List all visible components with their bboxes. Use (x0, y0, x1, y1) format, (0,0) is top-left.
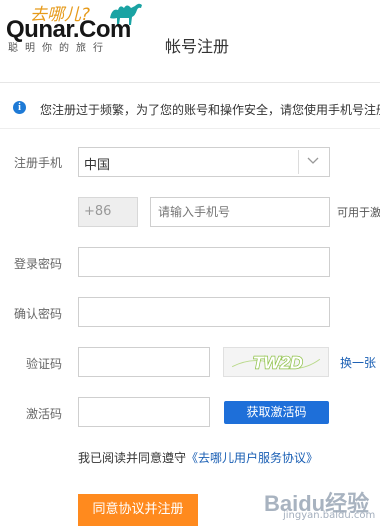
country-select[interactable] (78, 147, 330, 177)
captcha-label: 验证码 (25, 357, 62, 371)
info-icon: i (13, 101, 26, 114)
notice-divider (0, 128, 380, 129)
captcha-text: TW2D (253, 353, 303, 373)
baidu-watermark-url: jingyan.baidu.com (283, 510, 376, 521)
country-code: +86 (84, 204, 112, 219)
notice-text: 您注册过于频繁，为了您的账号和操作安全，请您使用手机号注册 (40, 103, 380, 117)
captcha-input[interactable] (78, 347, 210, 377)
header-divider (0, 82, 380, 83)
password-label: 登录密码 (13, 257, 62, 271)
agreement-link[interactable]: 《去哪儿用户服务协议》 (186, 451, 318, 465)
activation-code-input[interactable] (78, 397, 210, 427)
get-activation-code-button[interactable]: 获取激活码 (224, 401, 329, 424)
confirm-password-input[interactable] (78, 297, 330, 327)
logo-slogan: 聪明你的旅行 (8, 43, 110, 54)
confirm-password-label: 确认密码 (13, 307, 62, 321)
phone-input[interactable] (150, 197, 330, 227)
chevron-down-icon[interactable] (306, 155, 320, 167)
page-title: 帐号注册 (165, 37, 230, 56)
agree-and-register-button[interactable]: 同意协议并注册 (78, 494, 198, 526)
captcha-refresh-link[interactable]: 换一张 (340, 354, 376, 371)
agreement-prefix: 我已阅读并同意遵守 (78, 451, 187, 465)
agreement-text: 我已阅读并同意遵守《去哪儿用户服务协议》 (78, 449, 318, 466)
country-value: 中国 (84, 158, 111, 173)
captcha-image[interactable]: TW2D (223, 347, 329, 377)
phone-label: 注册手机 (13, 156, 62, 170)
password-input[interactable] (78, 247, 330, 277)
select-divider (298, 150, 299, 174)
activation-code-label: 激活码 (25, 407, 62, 421)
phone-hint: 可用于激活 (337, 206, 380, 219)
